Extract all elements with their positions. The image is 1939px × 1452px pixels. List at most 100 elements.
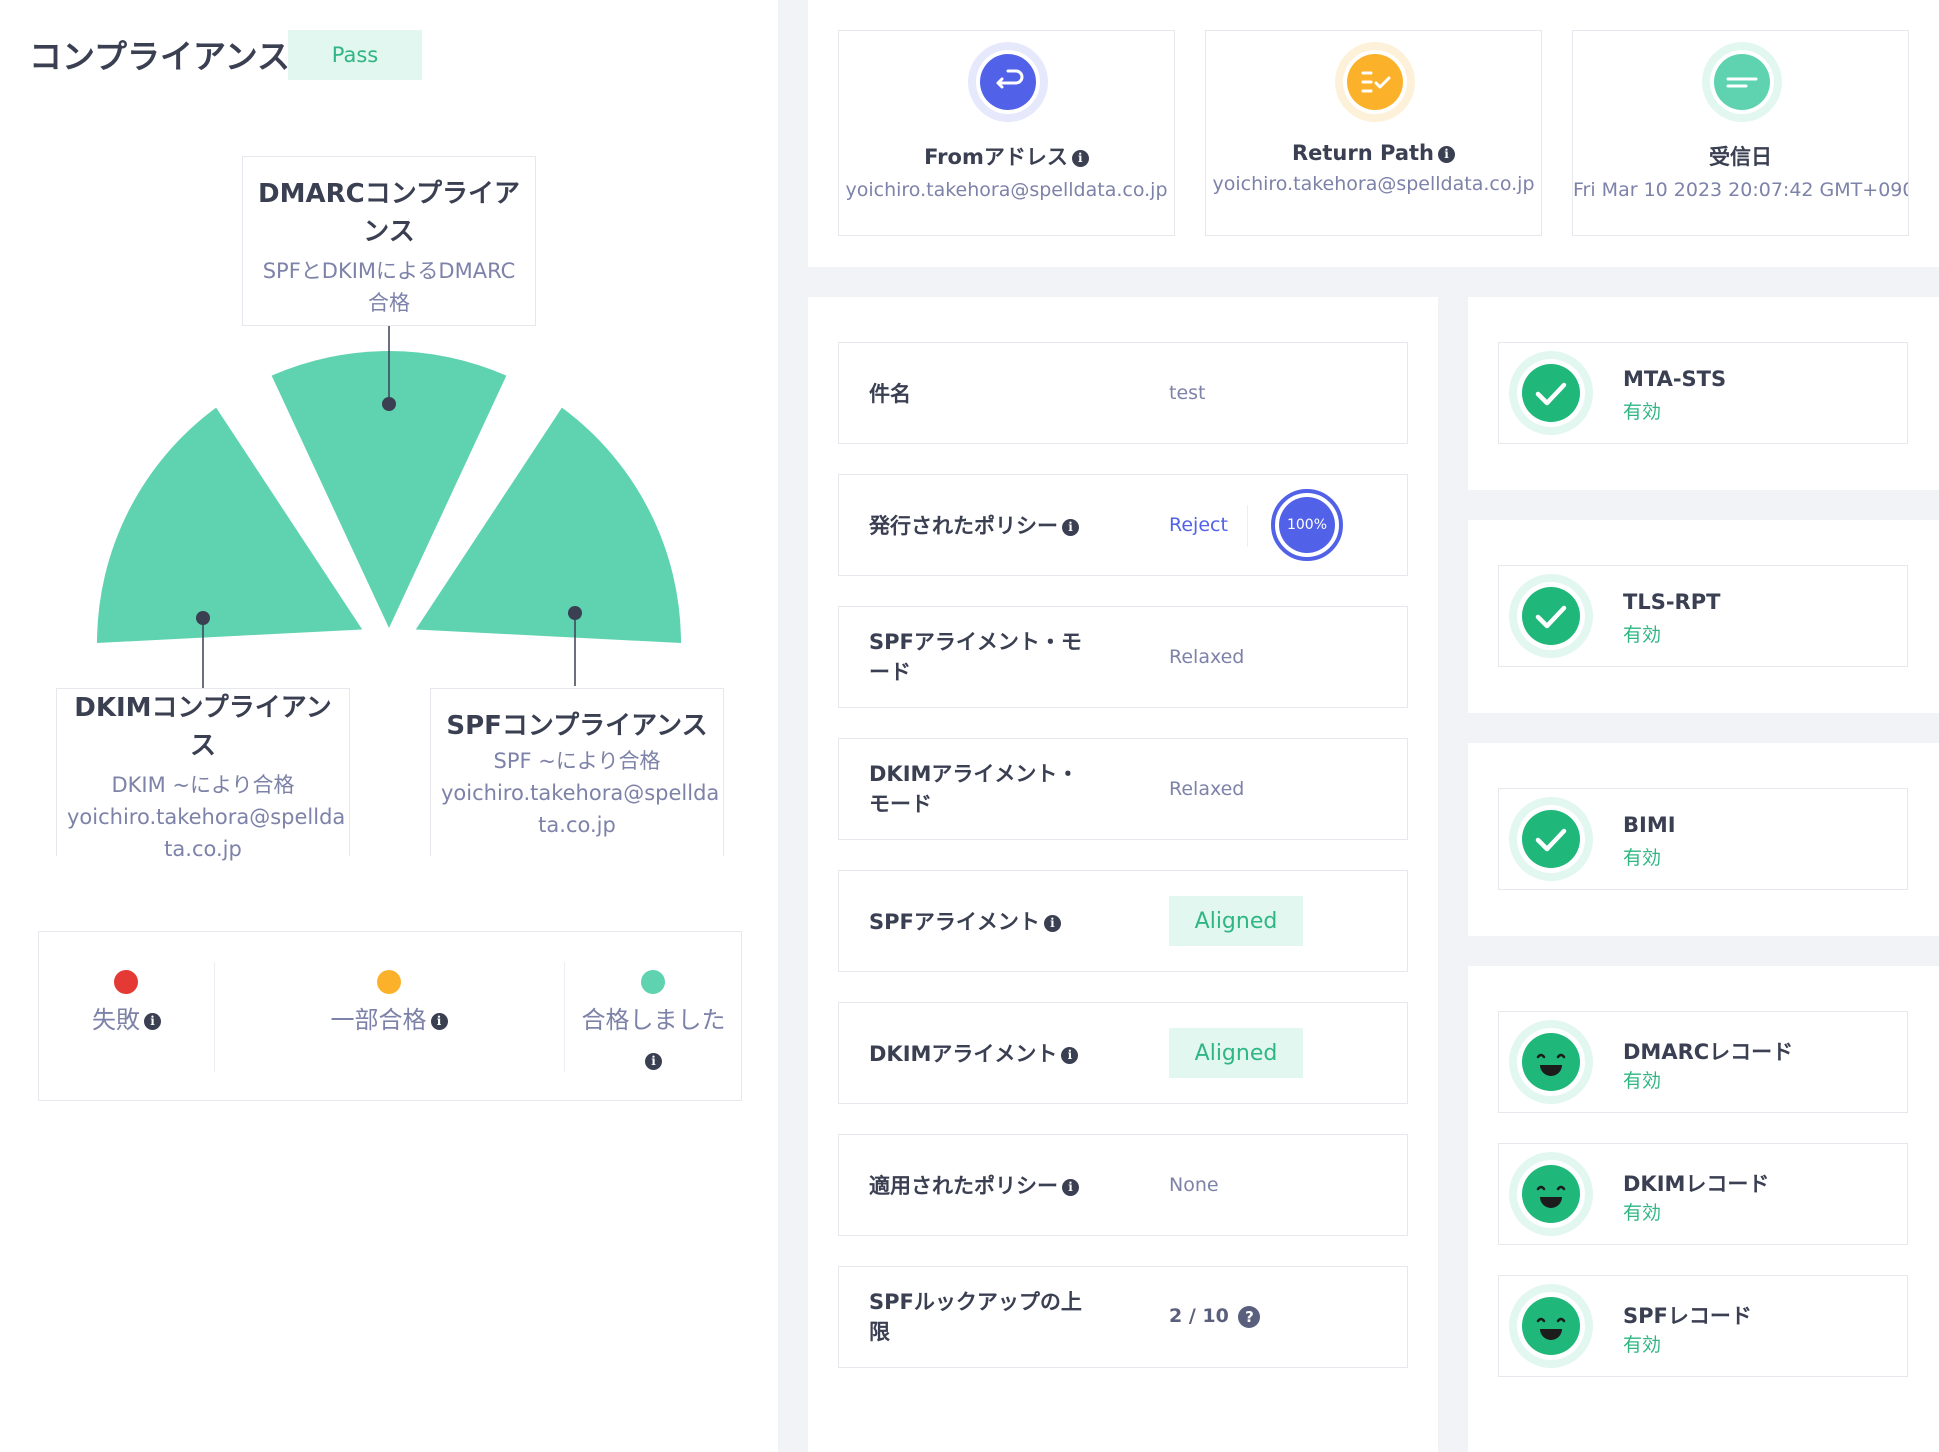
received-date-card: 受信日 Fri Mar 10 2023 20:07:42 GMT+090 [1572,30,1909,236]
policy-divider [1247,505,1248,547]
legend-item-partial: 一部合格 i [214,1000,564,1035]
subject-label: 件名 [869,382,911,406]
spf-alignment-label-wrap: SPFアライメント i [869,907,1061,937]
applied-policy-label-wrap: 適用されたポリシー i [869,1171,1079,1201]
published-policy-row: 発行されたポリシー i Reject 100% [838,474,1408,576]
tls-rpt-title: TLS-RPT [1623,590,1721,614]
applied-policy-row: 適用されたポリシー i None [838,1134,1408,1236]
mta-sts-card: MTA-STS 有効 [1498,342,1908,444]
tls-rpt-panel: TLS-RPT 有効 [1468,520,1939,713]
from-address-card: Fromアドレス i yoichiro.takehora@spelldata.co… [838,30,1175,236]
policy-percent: 100% [1279,497,1335,553]
checklist-icon [1335,42,1415,122]
spf-lookup-row: SPFルックアップの上限 2 / 10 ? [838,1266,1408,1368]
spf-compliance-title: SPFコンプライアンス [446,711,708,741]
check-icon [1509,351,1593,435]
spf-lookup-value: 2 / 10 [1169,1305,1229,1327]
legend-item-pass: 合格しました i [564,1000,743,1080]
spf-alignment-mode-row: SPFアライメント・モード Relaxed [838,606,1408,708]
records-panel: DMARCレコード 有効 DKIMレコード 有効 SPFレコード 有効 [1468,966,1939,1452]
published-policy-value: Reject [1169,514,1228,536]
spf-compliance-domain: yoichiro.takehora@spellda ta.co.jp [441,781,720,837]
bimi-value: 有効 [1623,847,1662,869]
bimi-panel: BIMI 有効 [1468,743,1939,936]
published-policy-label-wrap: 発行されたポリシー i [869,511,1079,541]
dmarc-record-card: DMARCレコード 有効 [1498,1011,1908,1113]
tls-rpt-card: TLS-RPT 有効 [1498,565,1908,667]
dkim-compliance-subtitle: DKIM ~により合格 [111,773,295,797]
dmarc-compliance-title: DMARCコンプライアンス [258,179,520,247]
bimi-card: BIMI 有効 [1498,788,1908,890]
dmarc-connector-dot [382,397,396,411]
spf-alignment-mode-label: SPFアライメント・モード [869,630,1082,684]
from-address-title: Fromアドレス [924,145,1068,169]
dkim-compliance-box: DKIMコンプライアンス DKIM ~により合格 yoichiro.takeho… [56,688,350,861]
help-icon[interactable]: ? [1238,1305,1261,1328]
info-icon[interactable]: i [1071,149,1089,167]
mta-sts-panel: MTA-STS 有効 [1468,297,1939,490]
mta-sts-value: 有効 [1623,401,1662,423]
dkim-alignment-mode-value: Relaxed [1169,778,1245,800]
dmarc-record-title: DMARCレコード [1623,1040,1794,1064]
spf-compliance-subtitle: SPF ~により合格 [493,749,661,773]
spf-alignment-row: SPFアライメント i Aligned [838,870,1408,972]
legend-label-fail: 失敗 [92,1006,140,1034]
info-icon[interactable]: i [144,1012,161,1030]
spf-alignment-label: SPFアライメント [869,910,1040,934]
dkim-alignment-mode-label: DKIMアライメント・モード [869,762,1079,816]
spf-record-value: 有効 [1623,1334,1662,1356]
received-date-value: Fri Mar 10 2023 20:07:42 GMT+090 [1573,179,1909,201]
reply-icon [968,42,1048,122]
legend-dot-partial [377,970,401,994]
smile-icon [1509,1152,1593,1236]
dkim-record-value: 有効 [1623,1202,1662,1224]
subject-value: test [1169,382,1206,404]
spf-compliance-box: SPFコンプライアンス SPF ~により合格 yoichiro.takehora… [430,688,724,856]
dmarc-record-value: 有効 [1623,1070,1662,1092]
details-panel: 件名 test 発行されたポリシー i Reject 100% SPFアライメント… [808,297,1438,1452]
received-date-title: 受信日 [1709,145,1772,169]
info-icon[interactable]: i [1062,518,1079,536]
info-icon[interactable]: i [645,1052,662,1070]
bimi-title: BIMI [1623,813,1676,837]
dkim-compliance-title: DKIMコンプライアンス [74,693,332,761]
return-path-value: yoichiro.takehora@spelldata.co.jp [1212,173,1535,195]
tls-rpt-value: 有効 [1623,624,1662,646]
dkim-alignment-label-wrap: DKIMアライメント i [869,1039,1079,1069]
info-icon[interactable]: i [1061,1046,1079,1064]
spf-record-card: SPFレコード 有効 [1498,1275,1908,1377]
page-title: コンプライアンス [29,37,291,76]
text-lines-icon [1702,42,1782,122]
smile-icon [1509,1020,1593,1104]
info-icon[interactable]: i [1438,145,1455,163]
dkim-alignment-label: DKIMアライメント [869,1042,1058,1066]
applied-policy-value: None [1169,1174,1219,1196]
return-path-card: Return Path i yoichiro.takehora@spelldata… [1205,30,1542,236]
info-icon[interactable]: i [1043,914,1061,932]
legend-label-partial: 一部合格 [330,1006,427,1034]
info-icon[interactable]: i [1062,1178,1079,1196]
spf-lookup-label: SPFルックアップの上限 [869,1290,1082,1344]
mta-sts-title: MTA-STS [1623,367,1727,391]
dkim-record-title: DKIMレコード [1623,1172,1770,1196]
spf-connector-dot [568,606,582,620]
info-icon[interactable]: i [430,1012,448,1030]
legend-label-pass: 合格しました [581,1006,726,1034]
legend: 失敗 i 一部合格 i 合格しました i [38,931,742,1101]
legend-dot-fail [114,970,138,994]
dkim-alignment-mode-row: DKIMアライメント・モード Relaxed [838,738,1408,840]
dkim-compliance-domain: yoichiro.takehora@spellda ta.co.jp [67,805,346,861]
dkim-alignment-badge: Aligned [1169,1028,1303,1078]
legend-dot-pass [641,970,665,994]
published-policy-label: 発行されたポリシー [869,514,1058,538]
check-icon [1509,797,1593,881]
from-address-value: yoichiro.takehora@spelldata.co.jp [845,179,1168,201]
compliance-gauge [97,326,681,690]
legend-item-fail: 失敗 i [39,1000,214,1035]
check-icon [1509,574,1593,658]
spf-alignment-mode-value: Relaxed [1169,646,1245,668]
dkim-connector-dot [196,611,210,625]
spf-lookup-value-wrap: 2 / 10 ? [1169,1305,1261,1328]
status-badge: Pass [288,30,422,80]
compliance-panel: コンプライアンス Pass DMARCコンプライアンス SPFとDKIMによるD… [0,0,778,1452]
